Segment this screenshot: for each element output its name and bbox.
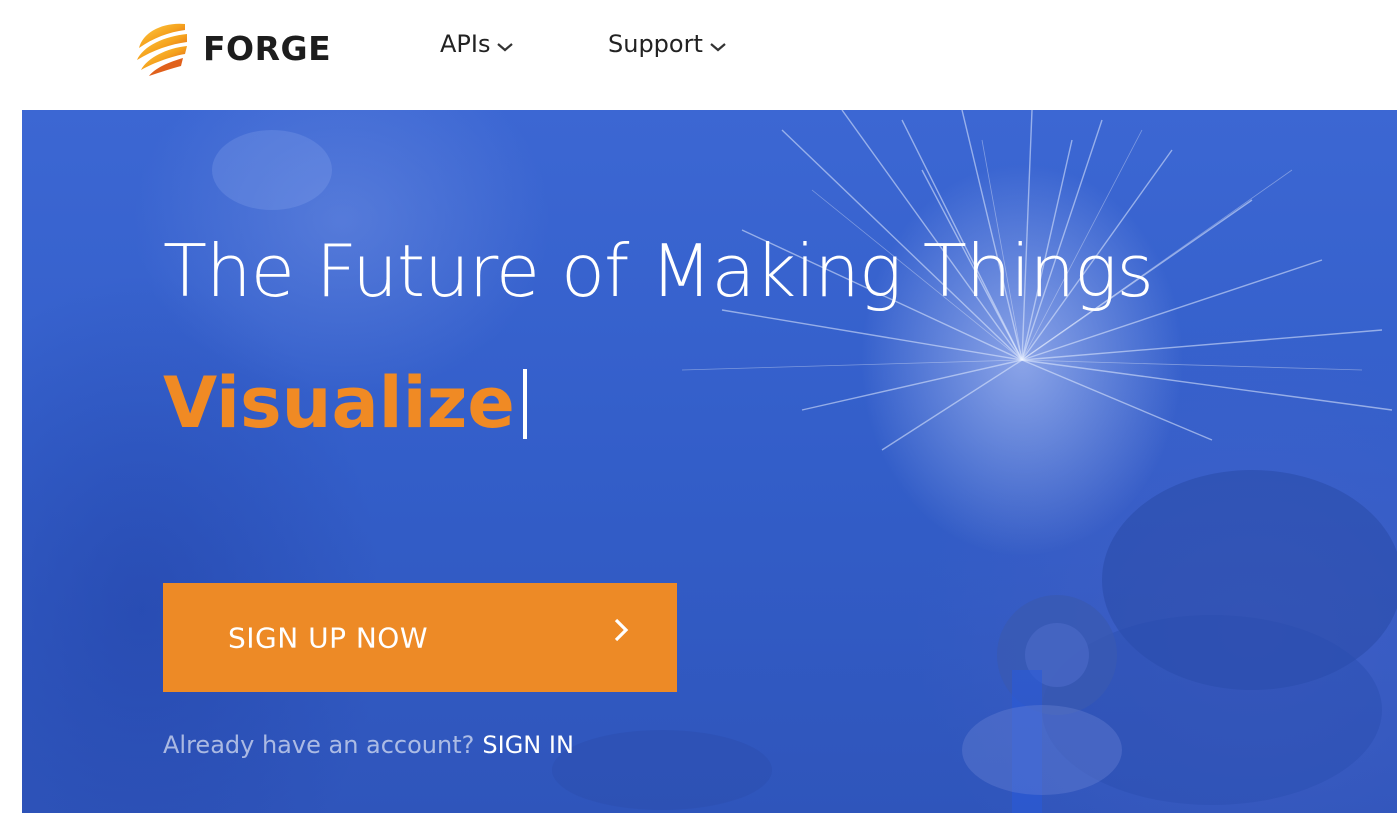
forge-logo-icon <box>137 23 187 76</box>
text-cursor-caret <box>522 368 527 439</box>
sign-in-prompt-text: Already have an account? <box>163 731 475 759</box>
chevron-down-icon <box>497 43 514 52</box>
hero-title: The Future of Making Things <box>163 229 1154 313</box>
brand-name: FORGE <box>203 28 332 68</box>
hero-background-image <box>212 110 1397 813</box>
nav-support-dropdown[interactable]: Support <box>608 26 727 62</box>
sign-in-prompt: Already have an account? SIGN IN <box>163 731 574 759</box>
sign-up-now-button[interactable]: SIGN UP NOW <box>163 583 677 692</box>
top-navigation-bar: FORGE APIs Support <box>0 0 1397 110</box>
hero-banner: The Future of Making Things Visualize SI… <box>22 110 1397 813</box>
nav-apis-dropdown[interactable]: APIs <box>440 26 514 62</box>
sign-in-link[interactable]: SIGN IN <box>482 731 574 759</box>
sign-up-now-label: SIGN UP NOW <box>228 621 429 654</box>
chevron-right-icon <box>614 618 629 642</box>
forge-logo-link[interactable]: FORGE <box>133 18 331 78</box>
hero-rotating-word: Visualize <box>163 365 527 442</box>
nav-apis-label: APIs <box>440 30 491 58</box>
hero-rotating-word-text: Visualize <box>163 362 515 444</box>
chevron-down-icon <box>710 43 726 52</box>
nav-support-label: Support <box>608 30 703 58</box>
